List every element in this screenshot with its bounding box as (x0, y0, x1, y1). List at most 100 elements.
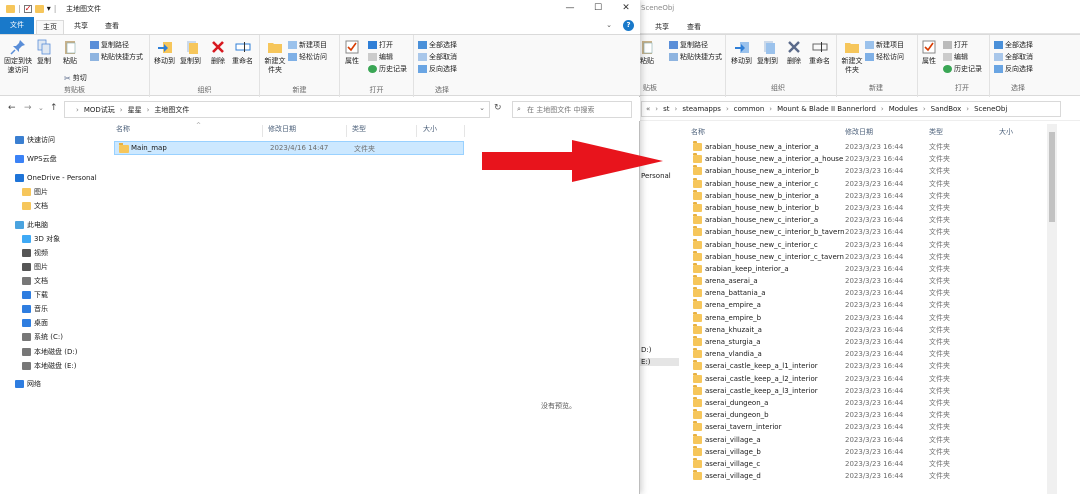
back-address-bar[interactable]: « › st › steamapps › common › Mount & Blade II B… (641, 101, 1061, 117)
breadcrumb-chevron-icon[interactable]: › (675, 105, 678, 113)
breadcrumb-overflow-icon[interactable]: « (646, 105, 650, 113)
back-tab-share[interactable]: 共享 (649, 21, 675, 35)
back-col-size[interactable]: 大小 (999, 127, 1013, 137)
column-header-size[interactable]: 大小 (423, 124, 437, 138)
back-file-row[interactable]: arabian_house_new_c_interior_c_tavern 202… (689, 250, 1049, 263)
breadcrumb-chevron-icon[interactable]: › (966, 105, 969, 113)
back-arrow-icon[interactable]: ← (8, 103, 16, 113)
back-move-to-button[interactable]: 移动到 (731, 39, 752, 66)
nav-item[interactable]: 本地磁盘 (E:) (22, 360, 76, 372)
breadcrumb-item[interactable]: st (663, 105, 669, 113)
column-header-date[interactable]: 修改日期 (268, 124, 296, 138)
nav-item[interactable]: 系统 (C:) (22, 331, 63, 343)
breadcrumb-item[interactable]: common (734, 105, 765, 113)
select-all-button[interactable]: 全部选择 (418, 40, 457, 50)
breadcrumb-chevron-icon[interactable]: › (923, 105, 926, 113)
nav-item[interactable]: 快速访问 (15, 134, 55, 146)
back-file-row[interactable]: aserai_village_d 2023/3/23 16:44 文件夹 (689, 470, 1049, 482)
nav-item[interactable]: 文档 (22, 200, 48, 212)
breadcrumb-chevron-icon[interactable]: › (881, 105, 884, 113)
back-file-row[interactable]: arabian_house_new_a_interior_a_house 2023… (689, 153, 1049, 165)
edit-button[interactable]: 编辑 (368, 52, 393, 62)
back-file-row[interactable]: arabian_house_new_a_interior_a 2023/3/23 … (689, 141, 1049, 153)
back-paste-shortcut-button[interactable]: 粘贴快捷方式 (669, 52, 722, 62)
breadcrumb-chevron-icon[interactable]: › (769, 105, 772, 113)
file-row-main-map[interactable]: Main_map 2023/4/16 14:47 文件夹 (114, 141, 464, 155)
back-easy-access-button[interactable]: 轻松访问 (865, 52, 904, 62)
tab-file[interactable]: 文件 (0, 17, 34, 34)
copy-button[interactable]: 复制 (36, 39, 52, 66)
breadcrumb-chevron-icon[interactable]: › (147, 106, 150, 114)
column-divider[interactable] (416, 125, 417, 137)
refresh-icon[interactable]: ↻ (494, 103, 502, 113)
back-invert-button[interactable]: 反向选择 (994, 64, 1033, 74)
minimize-icon[interactable]: — (556, 0, 584, 17)
back-file-row[interactable]: arena_sturgia_a 2023/3/23 16:44 文件夹 (689, 336, 1049, 348)
breadcrumb-item[interactable]: Modules (889, 105, 918, 113)
nav-item[interactable]: 视频 (22, 247, 48, 259)
paste-shortcut-button[interactable]: 粘贴快捷方式 (90, 52, 143, 62)
back-file-row[interactable]: arena_empire_a 2023/3/23 16:44 文件夹 (689, 299, 1049, 311)
breadcrumb-item[interactable]: 星星 (128, 106, 142, 114)
back-open-button[interactable]: 打开 (943, 40, 968, 50)
recent-locations-chevron-icon[interactable]: ⌄ (38, 104, 44, 112)
back-file-row[interactable]: arabian_house_new_c_interior_a 2023/3/23 … (689, 214, 1049, 226)
nav-item[interactable]: 下载 (22, 289, 48, 301)
delete-button[interactable]: 删除 (210, 39, 226, 66)
back-file-row[interactable]: arabian_keep_interior_a 2023/3/23 16:44 文件… (689, 262, 1049, 275)
nav-item[interactable]: 此电脑 (15, 219, 48, 231)
new-folder-icon[interactable] (34, 4, 44, 13)
nav-item[interactable]: 图片 (22, 186, 48, 198)
new-item-button[interactable]: 新建项目 (288, 40, 327, 50)
back-file-row[interactable]: arena_battania_a 2023/3/23 16:44 文件夹 (689, 287, 1049, 299)
breadcrumb-chevron-icon[interactable]: › (76, 106, 79, 114)
back-file-row[interactable]: aserai_castle_keep_a_l3_interior 2023/3/2… (689, 384, 1049, 397)
back-edit-button[interactable]: 编辑 (943, 52, 968, 62)
search-box[interactable]: ⌕ (512, 101, 632, 118)
back-file-row[interactable]: arabian_house_new_b_interior_a 2023/3/23 … (689, 189, 1049, 202)
breadcrumb-item[interactable]: steamapps (682, 105, 721, 113)
back-paste-button[interactable]: 粘贴 (639, 39, 655, 66)
back-file-row[interactable]: arabian_house_new_a_interior_b 2023/3/23 … (689, 165, 1049, 177)
back-scrollbar[interactable] (1047, 124, 1057, 494)
nav-item[interactable]: 音乐 (22, 303, 48, 315)
nav-item[interactable]: 本地磁盘 (D:) (22, 346, 77, 358)
address-dropdown-chevron-icon[interactable]: ⌄ (479, 104, 485, 112)
up-arrow-icon[interactable]: ↑ (50, 103, 58, 113)
ribbon-expand-chevron-icon[interactable]: ⌄ (606, 21, 612, 29)
properties-button[interactable]: 属性 (344, 39, 360, 66)
breadcrumb-item[interactable]: SceneObj (974, 105, 1007, 113)
column-header-name[interactable]: 名称 ^ (116, 122, 201, 138)
customize-toolbar-chevron-icon[interactable]: ▾ (47, 4, 51, 13)
pin-quick-access-button[interactable]: 固定到快速访问 (4, 39, 32, 75)
back-nav-fragment-e[interactable]: E:) (635, 358, 679, 366)
back-file-row[interactable]: aserai_castle_keep_a_l2_interior 2023/3/2… (689, 372, 1049, 385)
copy-path-button[interactable]: 复制路径 (90, 40, 129, 50)
back-file-row[interactable]: aserai_village_b 2023/3/23 16:44 文件夹 (689, 445, 1049, 458)
column-divider[interactable] (464, 125, 465, 137)
back-copy-to-button[interactable]: 复制到 (757, 39, 778, 66)
properties-check-icon[interactable]: ✓ (23, 4, 32, 13)
back-file-row[interactable]: aserai_tavern_interior 2023/3/23 16:44 文件夹 (689, 421, 1049, 433)
paste-button[interactable]: 粘贴 (62, 39, 78, 66)
back-file-row[interactable]: aserai_village_a 2023/3/23 16:44 文件夹 (689, 433, 1049, 446)
column-divider[interactable] (346, 125, 347, 137)
cut-button[interactable]: ✂ 剪切 (64, 73, 87, 83)
back-file-row[interactable]: arena_aserai_a 2023/3/23 16:44 文件夹 (689, 275, 1049, 287)
back-col-type[interactable]: 类型 (929, 127, 943, 137)
breadcrumb-item[interactable]: Mount & Blade II Bannerlord (777, 105, 876, 113)
history-button[interactable]: 历史记录 (368, 64, 407, 74)
forward-arrow-icon[interactable]: → (24, 103, 32, 113)
back-file-row[interactable]: aserai_village_c 2023/3/23 16:44 文件夹 (689, 457, 1049, 470)
back-scrollbar-thumb[interactable] (1049, 132, 1055, 222)
back-file-row[interactable]: arena_vlandia_a 2023/3/23 16:44 文件夹 (689, 348, 1049, 360)
back-properties-button[interactable]: 属性 (921, 39, 937, 66)
back-tab-view[interactable]: 查看 (681, 21, 707, 35)
nav-item[interactable]: 文档 (22, 275, 48, 287)
nav-item[interactable]: WPS云盘 (15, 153, 57, 165)
column-header-type[interactable]: 类型 (352, 124, 366, 138)
back-file-row[interactable]: aserai_dungeon_b 2023/3/23 16:44 文件夹 (689, 409, 1049, 421)
back-new-item-button[interactable]: 新建项目 (865, 40, 904, 50)
back-file-row[interactable]: arabian_house_new_b_interior_b 2023/3/23 … (689, 201, 1049, 214)
back-col-date[interactable]: 修改日期 (845, 127, 873, 137)
